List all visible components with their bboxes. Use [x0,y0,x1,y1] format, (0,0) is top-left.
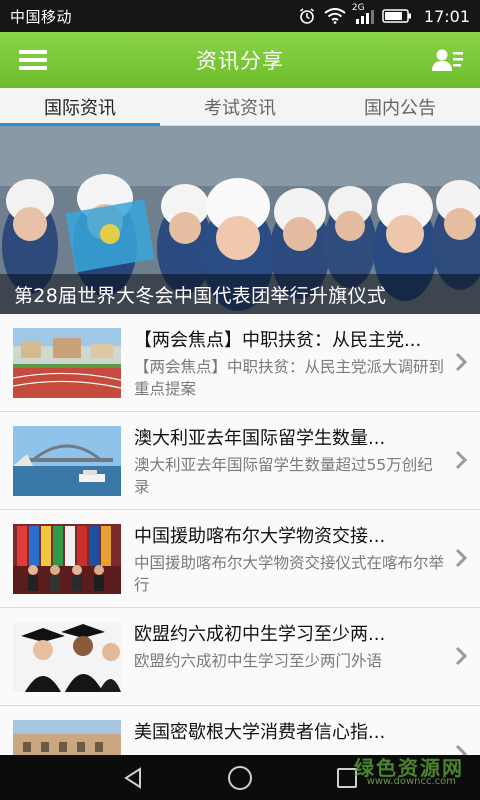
clock-time: 17:01 [423,6,470,26]
news-item[interactable]: 欧盟约六成初中生学习至少两... 欧盟约六成初中生学习至少两门外语 [0,608,480,706]
news-title: 欧盟约六成初中生学习至少两... [134,624,386,645]
news-thumbnail [13,328,121,398]
home-button[interactable] [220,763,260,793]
news-title: 澳大利亚去年国际留学生数量... [134,428,386,449]
news-thumbnail [13,720,121,755]
news-summary: 澳大利亚去年国际留学生数量超过55万创纪录 [134,456,433,496]
news-thumbnail [13,622,121,692]
news-item[interactable]: 美国密歇根大学消费者信心指... [0,706,480,755]
news-title: 中国援助喀布尔大学物资交接... [134,526,386,547]
status-bar: 中国移动 2G 17:01 [0,0,480,32]
wifi-icon [324,6,346,26]
featured-banner[interactable]: 第28届世界大冬会中国代表团举行升旗仪式 [0,126,480,314]
news-thumbnail [13,426,121,496]
chevron-right-icon [455,646,468,666]
watermark-url: www.downcc.com [366,776,456,787]
back-button[interactable] [113,763,153,793]
tab-bar: 国际资讯 考试资讯 国内公告 [0,88,480,126]
news-title: 【两会焦点】中职扶贫：从民主党... [134,330,422,351]
home-circle-icon [227,765,252,790]
alarm-icon [298,6,316,26]
battery-icon [382,6,412,26]
chevron-right-icon [455,548,468,568]
chevron-right-icon [455,450,468,470]
news-title: 美国密歇根大学消费者信心指... [134,722,386,743]
back-triangle-icon [124,766,142,789]
tab-domestic-notices[interactable]: 国内公告 [320,88,480,125]
app-header: 资讯分享 [0,32,480,88]
news-summary: 欧盟约六成初中生学习至少两门外语 [134,652,383,670]
news-item[interactable]: 澳大利亚去年国际留学生数量... 澳大利亚去年国际留学生数量超过55万创纪录 [0,412,480,510]
news-summary: 中国援助喀布尔大学物资交接仪式在喀布尔举行 [134,554,444,594]
news-list: 【两会焦点】中职扶贫：从民主党... 【两会焦点】中职扶贫：从民主党派大调研到重… [0,314,480,755]
tab-international-news[interactable]: 国际资讯 [0,88,160,126]
tab-exam-news[interactable]: 考试资讯 [160,88,320,125]
menu-button[interactable] [10,44,56,76]
hamburger-menu-icon [19,50,47,70]
carrier-label: 中国移动 [10,7,73,26]
network-type-label: 2G [351,3,365,13]
signal-icon: 2G [351,3,374,26]
news-item[interactable]: 【两会焦点】中职扶贫：从民主党... 【两会焦点】中职扶贫：从民主党派大调研到重… [0,314,480,412]
user-profile-button[interactable] [428,44,468,76]
page-title: 资讯分享 [196,49,284,73]
chevron-right-icon [455,352,468,372]
user-list-icon [432,49,463,71]
news-thumbnail [13,524,121,594]
status-icons: 2G 17:01 [298,3,470,26]
banner-caption: 第28届世界大冬会中国代表团举行升旗仪式 [0,274,480,314]
news-item[interactable]: 中国援助喀布尔大学物资交接... 中国援助喀布尔大学物资交接仪式在喀布尔举行 [0,510,480,608]
news-summary: 【两会焦点】中职扶贫：从民主党派大调研到重点提案 [134,358,444,398]
